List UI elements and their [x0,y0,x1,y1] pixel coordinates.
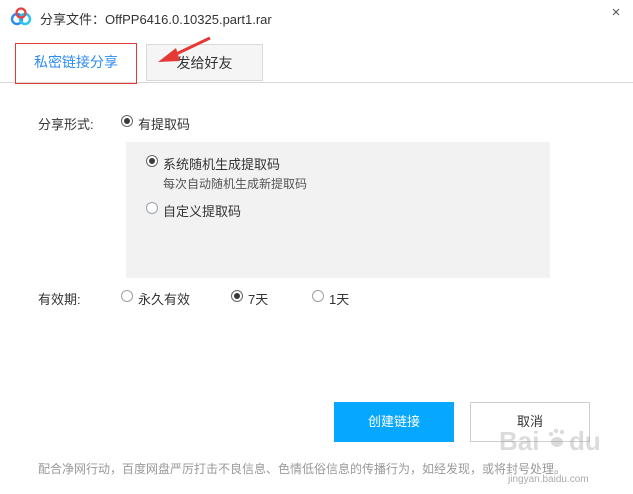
tab-private-link[interactable]: 私密链接分享 [15,43,137,81]
policy-notice: 配合净网行动，百度网盘严厉打击不良信息、色情低俗信息的传播行为，如经发现，或将封… [38,462,567,476]
option-custom-code-label[interactable]: 自定义提取码 [163,201,241,220]
annotation-arrow-icon [158,36,211,62]
validity-1day-label[interactable]: 1天 [329,289,349,308]
option-random-code-label[interactable]: 系统随机生成提取码 [163,154,280,173]
validity-7days-label[interactable]: 7天 [248,289,268,308]
window-title: 分享文件：OffPP6416.0.10325.part1.rar [40,12,272,27]
svg-text:Bai: Bai [499,426,539,456]
watermark-url: jingyan.baidu.com [508,474,589,485]
close-icon[interactable]: × [612,4,621,21]
radio-validity-forever[interactable] [121,290,133,302]
radio-custom-code[interactable] [146,202,158,214]
radio-random-code[interactable] [146,155,158,167]
validity-label: 有效期: [38,292,81,307]
radio-with-code[interactable] [121,115,133,127]
radio-validity-1day[interactable] [312,290,324,302]
option-random-code-description: 每次自动随机生成新提取码 [163,177,308,191]
share-form-label: 分享形式: [38,117,94,132]
close-button[interactable]: × [603,2,629,24]
title-bar: 分享文件：OffPP6416.0.10325.part1.rar × [0,0,633,34]
option-with-code-label[interactable]: 有提取码 [138,114,190,133]
baidu-netdisk-logo-icon [10,7,32,26]
radio-validity-7days[interactable] [231,290,243,302]
create-link-button[interactable]: 创建链接 [334,402,454,442]
svg-text:du: du [569,426,601,456]
validity-forever-label[interactable]: 永久有效 [138,289,190,308]
